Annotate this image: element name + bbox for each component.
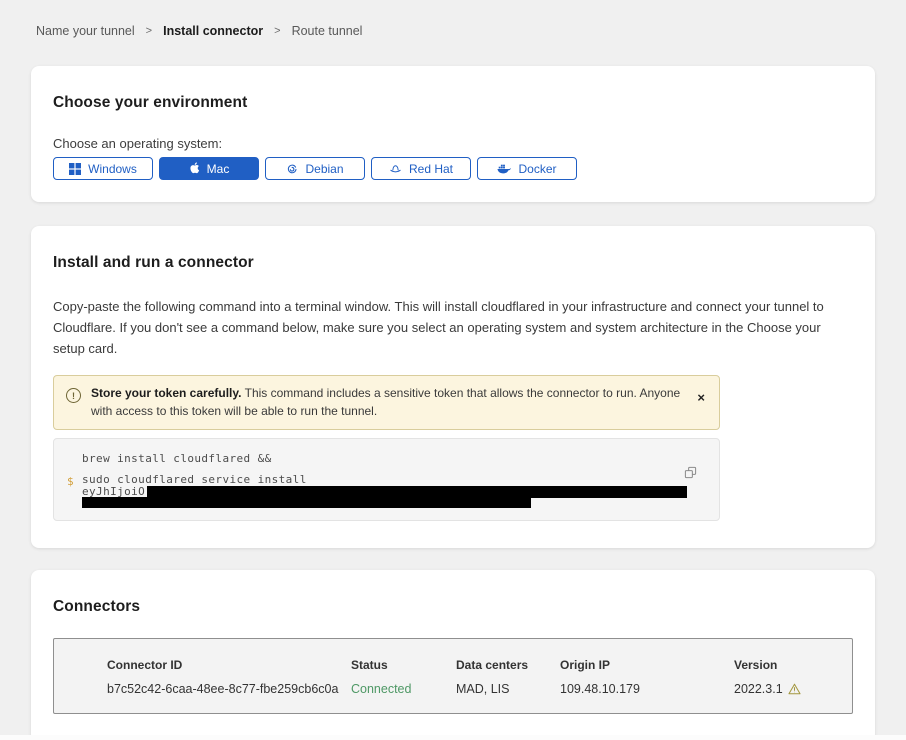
version-number: 2022.3.1 [734,682,783,696]
os-button-group: Windows Mac Debian [53,157,853,180]
tunnel-setup-page: Name your tunnel > Install connector > R… [0,0,906,740]
header-origin-ip: Origin IP [560,658,734,672]
os-button-docker[interactable]: Docker [477,157,577,180]
debian-swirl-icon [286,163,298,175]
os-button-label: Windows [88,162,137,176]
header-version: Version [734,658,842,672]
install-command-codeblock: brew install cloudflared && $ sudo cloud… [53,438,720,521]
breadcrumb: Name your tunnel > Install connector > R… [0,0,906,38]
code-line-brew: brew install cloudflared && [82,453,675,464]
os-button-label: Red Hat [409,162,453,176]
version-value: 2022.3.1 [734,682,842,696]
connector-id-value: b7c52c42-6caa-48ee-8c77-fbe259cb6c0a [107,682,351,696]
code-line-sudo: sudo cloudflared service install [82,474,675,486]
header-connector-id: Connector ID [107,658,351,672]
os-button-windows[interactable]: Windows [53,157,153,180]
token-warning-text: Store your token carefully. This command… [91,385,685,420]
origin-ip-value: 109.48.10.179 [560,682,734,696]
os-button-redhat[interactable]: Red Hat [371,157,471,180]
os-button-label: Docker [518,162,556,176]
os-button-mac[interactable]: Mac [159,157,259,180]
table-row: b7c52c42-6caa-48ee-8c77-fbe259cb6c0a Con… [107,682,842,696]
os-button-label: Mac [207,162,230,176]
alert-circle-icon: ! [66,388,81,403]
docker-whale-icon [497,163,511,174]
bottom-edge-strip [0,735,906,740]
breadcrumb-step-name-tunnel[interactable]: Name your tunnel [36,24,135,38]
token-warning-bold: Store your token carefully. [91,386,242,400]
install-card-title: Install and run a connector [53,254,853,272]
breadcrumb-separator: > [274,25,280,37]
warning-triangle-icon [788,683,801,695]
code-line-token-2 [82,497,675,509]
apple-icon [189,162,200,175]
redacted-token-bar [82,497,531,508]
breadcrumb-separator: > [146,25,152,37]
code-line-token: eyJhIjoiO [82,486,675,498]
status-badge: Connected [351,682,456,696]
data-centers-value: MAD, LIS [456,682,560,696]
connectors-table: Connector ID Status Data centers Origin … [53,638,853,714]
header-status: Status [351,658,456,672]
windows-icon [69,163,81,175]
red-hat-icon [389,163,402,175]
breadcrumb-step-route-tunnel[interactable]: Route tunnel [292,24,363,38]
os-button-label: Debian [305,162,343,176]
breadcrumb-step-install-connector[interactable]: Install connector [163,24,263,38]
redacted-token-bar [147,486,687,498]
environment-card-title: Choose your environment [53,94,853,112]
install-connector-card: Install and run a connector Copy-paste t… [31,226,875,548]
token-warning-banner: ! Store your token carefully. This comma… [53,375,720,430]
connectors-card-title: Connectors [53,598,853,616]
connectors-table-header: Connector ID Status Data centers Origin … [107,658,842,672]
shell-prompt: $ [67,475,74,488]
token-prefix: eyJhIjoiO [82,485,145,498]
os-select-label: Choose an operating system: [53,136,853,151]
connectors-card: Connectors Connector ID Status Data cent… [31,570,875,740]
choose-environment-card: Choose your environment Choose an operat… [31,66,875,202]
copy-icon[interactable] [684,466,697,479]
install-instructions: Copy-paste the following command into a … [53,296,848,359]
close-icon[interactable]: × [695,391,707,404]
header-data-centers: Data centers [456,658,560,672]
os-button-debian[interactable]: Debian [265,157,365,180]
